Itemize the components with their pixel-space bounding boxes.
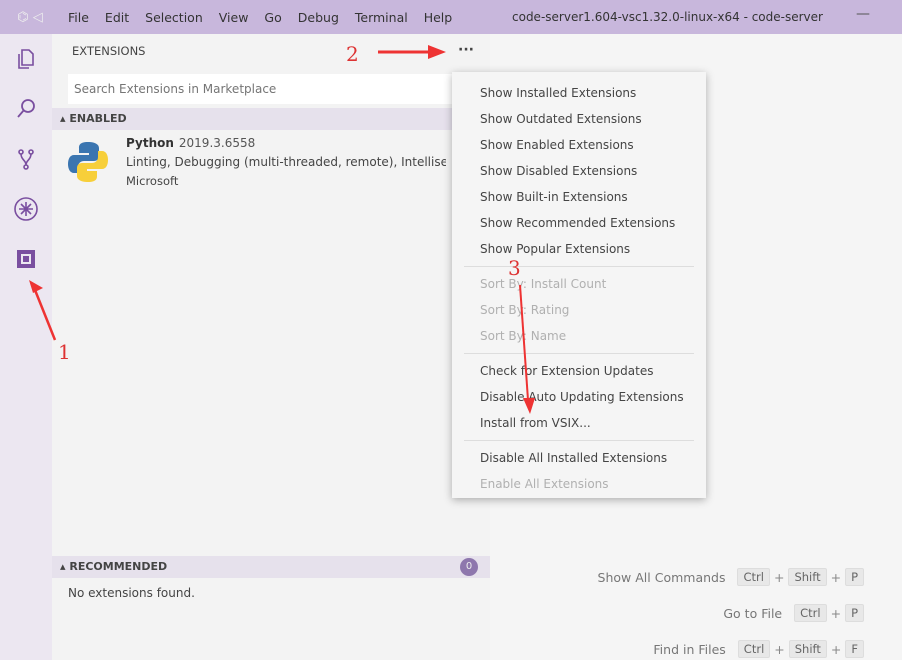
arrow-3 — [519, 284, 529, 401]
arrow-1 — [33, 289, 57, 341]
arrow-1-head — [29, 280, 43, 293]
annotation-arrows — [29, 45, 535, 414]
arrow-2-head — [428, 45, 446, 59]
arrow-3-head — [523, 398, 535, 414]
